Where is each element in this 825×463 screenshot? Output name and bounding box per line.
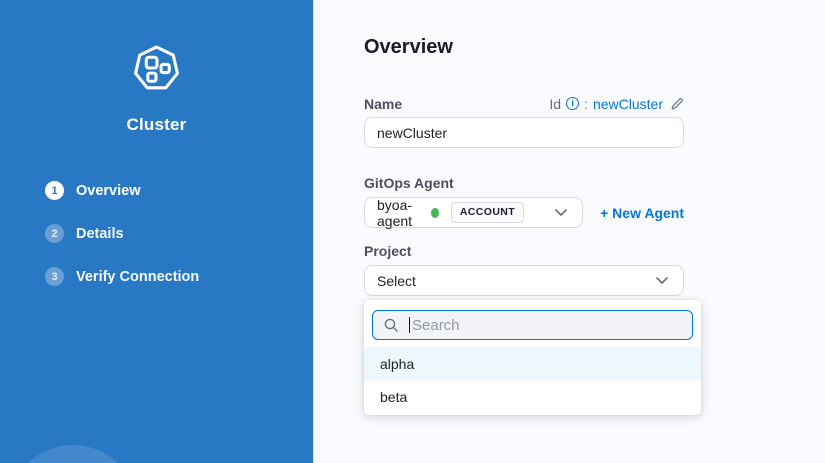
gitops-agent-label: GitOps Agent bbox=[364, 175, 684, 192]
overview-step-panel: Overview Name Id i : newCluster bbox=[313, 0, 825, 463]
project-option-beta[interactable]: beta bbox=[364, 380, 701, 413]
decorative-circle bbox=[8, 445, 138, 463]
step-label: Overview bbox=[76, 183, 141, 199]
identifier-row: Id i : newCluster bbox=[549, 96, 684, 112]
pencil-icon bbox=[670, 97, 684, 111]
info-icon[interactable]: i bbox=[566, 97, 579, 110]
id-value: newCluster bbox=[593, 96, 663, 112]
cluster-icon bbox=[133, 45, 180, 92]
name-label: Name bbox=[364, 96, 402, 112]
chevron-down-icon[interactable] bbox=[656, 277, 668, 284]
step-label: Verify Connection bbox=[76, 269, 199, 285]
project-dropdown-panel: alpha beta bbox=[364, 300, 701, 415]
dropdown-search-box[interactable] bbox=[372, 310, 693, 340]
wizard-sidebar: Cluster 1 Overview 2 Details 3 Verify Co… bbox=[0, 0, 313, 463]
name-input[interactable] bbox=[364, 117, 684, 148]
project-option-alpha[interactable]: alpha bbox=[364, 347, 701, 380]
project-label: Project bbox=[364, 243, 684, 260]
agent-scope-badge: ACCOUNT bbox=[451, 202, 524, 223]
step-details[interactable]: 2 Details bbox=[45, 224, 313, 243]
page-title: Overview bbox=[364, 36, 825, 59]
step-number-badge: 2 bbox=[45, 224, 64, 243]
wizard-title: Cluster bbox=[0, 115, 313, 135]
agent-name: byoa-agent bbox=[377, 197, 431, 229]
step-number-badge: 1 bbox=[45, 181, 64, 200]
dropdown-search-input[interactable] bbox=[410, 317, 682, 334]
name-field: Name Id i : newCluster bbox=[364, 95, 684, 148]
cluster-wizard-dialog: Cluster 1 Overview 2 Details 3 Verify Co… bbox=[0, 0, 825, 463]
step-number-badge: 3 bbox=[45, 267, 64, 286]
agent-status-dot bbox=[431, 208, 439, 218]
wizard-stepper: 1 Overview 2 Details 3 Verify Connection bbox=[0, 181, 313, 286]
project-select[interactable]: Select bbox=[364, 265, 684, 296]
step-overview[interactable]: 1 Overview bbox=[45, 181, 313, 200]
step-verify-connection[interactable]: 3 Verify Connection bbox=[45, 267, 313, 286]
id-prefix: Id bbox=[549, 96, 561, 112]
new-agent-link[interactable]: + New Agent bbox=[600, 205, 684, 221]
project-select-value: Select bbox=[377, 273, 416, 289]
gitops-agent-select[interactable]: byoa-agent ACCOUNT bbox=[364, 197, 583, 228]
id-separator: : bbox=[584, 96, 588, 112]
project-field: Project Select alpha beta bbox=[364, 243, 684, 415]
search-icon bbox=[383, 317, 399, 333]
chevron-down-icon[interactable] bbox=[555, 209, 567, 216]
step-label: Details bbox=[76, 226, 124, 242]
edit-id-button[interactable] bbox=[670, 97, 684, 111]
gitops-agent-field: GitOps Agent byoa-agent ACCOUNT + New Ag… bbox=[364, 175, 684, 228]
